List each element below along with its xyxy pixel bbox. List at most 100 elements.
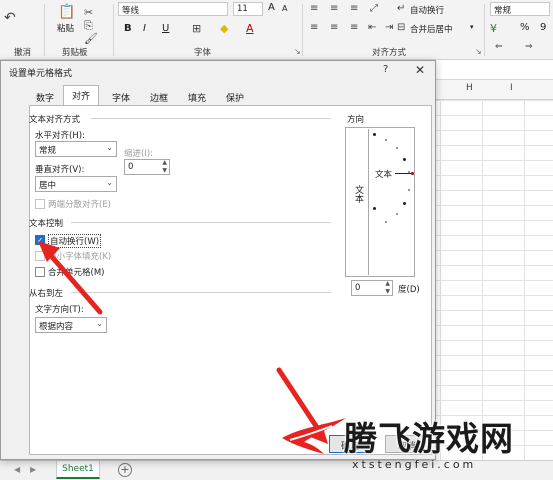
decimal-decrease-icon[interactable]: ⇒ bbox=[525, 42, 533, 52]
orientation-heading: 方向 bbox=[347, 115, 365, 125]
vertical-align-value: 居中 bbox=[39, 181, 57, 191]
tab-number[interactable]: 数字 bbox=[29, 87, 61, 105]
paste-icon[interactable]: 📋 bbox=[58, 4, 75, 20]
wrap-text-label[interactable]: 自动换行(W) bbox=[48, 234, 102, 248]
align-right-icon[interactable]: ≡ bbox=[350, 22, 358, 33]
indent-value: 0 bbox=[128, 162, 134, 172]
help-button[interactable]: ? bbox=[383, 64, 388, 75]
fill-color-icon[interactable]: ◆ bbox=[220, 22, 228, 35]
tab-border[interactable]: 边框 bbox=[141, 87, 177, 105]
ribbon-divider bbox=[484, 4, 485, 56]
vertical-align-select[interactable]: 居中 ⌄ bbox=[35, 176, 117, 192]
sheet-tab[interactable]: Sheet1 bbox=[56, 461, 100, 479]
dialog-tab-strip: 数字 对齐 字体 边框 填充 保护 bbox=[29, 85, 439, 105]
spinner-arrows-icon[interactable]: ▲ ▼ bbox=[162, 159, 167, 175]
column-header[interactable]: H bbox=[466, 83, 473, 93]
bold-button[interactable]: B bbox=[124, 23, 132, 34]
tab-fill[interactable]: 填充 bbox=[179, 87, 215, 105]
wrap-text-icon[interactable]: ↵ bbox=[397, 3, 405, 14]
align-bottom-icon[interactable]: ≡ bbox=[350, 3, 358, 14]
horizontal-align-value: 常规 bbox=[39, 146, 57, 156]
align-middle-icon[interactable]: ≡ bbox=[330, 3, 338, 14]
grow-font-button[interactable]: A bbox=[268, 2, 275, 13]
orientation-dot bbox=[403, 202, 406, 205]
shrink-font-button[interactable]: A bbox=[282, 4, 287, 13]
undo-icon[interactable]: ↶ bbox=[4, 10, 16, 26]
merge-center-button[interactable]: 合并后居中 bbox=[410, 23, 453, 35]
font-size-box[interactable]: 11 bbox=[233, 2, 263, 16]
italic-button[interactable]: I bbox=[143, 23, 146, 34]
merge-dropdown-icon[interactable]: ▾ bbox=[470, 23, 474, 31]
tab-font[interactable]: 字体 bbox=[103, 87, 139, 105]
orientation-dot bbox=[403, 158, 406, 161]
decimal-increase-icon[interactable]: ⇐ bbox=[495, 42, 503, 52]
format-cells-dialog: 设置单元格格式 ? ✕ 数字 对齐 字体 边框 填充 保护 文本对齐方式 水平对… bbox=[0, 60, 436, 460]
horizontal-text-label: 文本 bbox=[375, 170, 393, 180]
align-left-icon[interactable]: ≡ bbox=[310, 22, 318, 33]
font-name-box[interactable]: 等线 bbox=[118, 2, 228, 16]
orientation-icon[interactable]: ⤢ bbox=[370, 3, 378, 14]
font-dialog-launcher-icon[interactable]: ↘ bbox=[294, 47, 301, 56]
watermark-logo-icon bbox=[282, 418, 346, 454]
scroll-left-icon[interactable]: ◀ bbox=[14, 465, 20, 474]
column-header[interactable]: I bbox=[510, 83, 513, 93]
wrap-text-button[interactable]: 自动换行 bbox=[410, 4, 444, 16]
border-icon[interactable]: ⊞ bbox=[192, 22, 201, 35]
text-alignment-heading: 文本对齐方式 bbox=[29, 115, 81, 125]
tab-alignment[interactable]: 对齐 bbox=[63, 85, 99, 105]
scroll-right-icon[interactable]: ▶ bbox=[30, 465, 36, 474]
font-group-label: 字体 bbox=[194, 48, 212, 58]
watermark-title: 腾飞游戏网 bbox=[344, 419, 514, 458]
cut-icon[interactable]: ✂ bbox=[84, 6, 93, 19]
ribbon-divider bbox=[302, 4, 303, 56]
font-color-button[interactable]: A bbox=[246, 22, 254, 35]
indent-spinner[interactable]: 0 ▲ ▼ bbox=[124, 159, 170, 175]
vertical-text-option[interactable]: 文本 bbox=[347, 129, 369, 275]
align-center-icon[interactable]: ≡ bbox=[330, 22, 338, 33]
underline-button[interactable]: U bbox=[162, 23, 169, 34]
currency-icon[interactable]: ¥ bbox=[490, 22, 497, 35]
copy-icon[interactable]: ⎘ bbox=[84, 19, 93, 33]
spinner-arrows-icon[interactable]: ▲ ▼ bbox=[385, 280, 390, 296]
right-to-left-heading: 从右到左 bbox=[29, 289, 64, 299]
text-control-heading: 文本控制 bbox=[29, 219, 64, 229]
orientation-dot bbox=[408, 189, 410, 191]
orientation-dot bbox=[385, 139, 387, 141]
merge-center-icon[interactable]: ⊟ bbox=[397, 22, 405, 33]
merge-cells-label[interactable]: 合并单元格(M) bbox=[48, 266, 104, 278]
merge-cells-checkbox[interactable] bbox=[35, 267, 45, 277]
orientation-dot bbox=[373, 133, 376, 136]
tab-protection[interactable]: 保护 bbox=[217, 87, 253, 105]
comma-style-button[interactable]: 9 bbox=[540, 22, 546, 33]
shrink-to-fit-label: 缩小字体填充(K) bbox=[48, 252, 112, 262]
ribbon-divider bbox=[44, 4, 45, 56]
section-divider bbox=[71, 222, 331, 223]
number-format-box[interactable]: 常规 bbox=[490, 2, 550, 16]
dialog-title: 设置单元格格式 bbox=[9, 69, 73, 79]
indent-decrease-icon[interactable]: ⇤ bbox=[368, 22, 376, 33]
orientation-dot bbox=[373, 207, 376, 210]
indent-increase-icon[interactable]: ⇥ bbox=[385, 22, 393, 33]
watermark-url: xtstengfei.com bbox=[352, 458, 477, 471]
orientation-dot bbox=[396, 147, 398, 149]
section-divider bbox=[91, 118, 331, 119]
orientation-needle bbox=[395, 173, 411, 174]
undo-group-label: 撤消 bbox=[14, 48, 32, 58]
close-button[interactable]: ✕ bbox=[415, 63, 425, 77]
orientation-handle[interactable] bbox=[411, 172, 414, 175]
wrap-text-checkbox[interactable]: ✓ bbox=[35, 235, 45, 245]
degree-label: 度(D) bbox=[398, 285, 420, 295]
vertical-align-label: 垂直对齐(V): bbox=[35, 165, 85, 175]
add-sheet-button[interactable]: + bbox=[118, 463, 132, 477]
justify-distributed-checkbox bbox=[35, 199, 45, 209]
horizontal-align-select[interactable]: 常规 ⌄ bbox=[35, 141, 117, 157]
chevron-down-icon: ⌄ bbox=[96, 319, 103, 328]
align-top-icon[interactable]: ≡ bbox=[310, 3, 318, 14]
format-painter-icon[interactable]: 🖌 bbox=[84, 32, 98, 45]
degree-spinner[interactable]: 0 ▲ ▼ bbox=[351, 280, 393, 296]
percent-button[interactable]: % bbox=[520, 22, 530, 33]
paste-button[interactable]: 粘贴 bbox=[57, 22, 74, 34]
text-direction-select[interactable]: 根据内容 ⌄ bbox=[35, 317, 107, 333]
horizontal-align-label: 水平对齐(H): bbox=[35, 131, 85, 141]
alignment-dialog-launcher-icon[interactable]: ↘ bbox=[475, 47, 482, 56]
